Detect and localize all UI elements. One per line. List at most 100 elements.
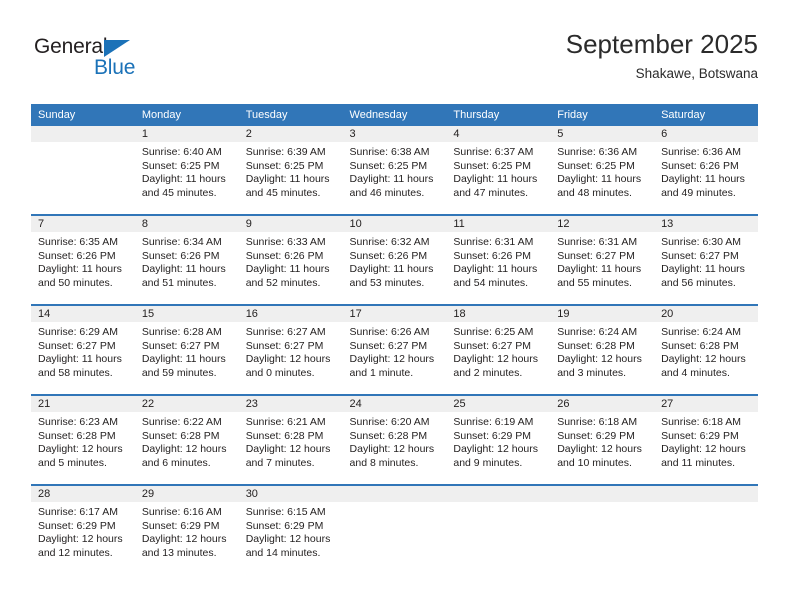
- daylight-text: Daylight: 11 hours and 48 minutes.: [557, 173, 642, 199]
- daylight-text: Daylight: 12 hours and 11 minutes.: [661, 443, 746, 469]
- calendar-day-cell[interactable]: 11 Sunrise: 6:31 AM Sunset: 6:26 PM Dayligh…: [446, 214, 551, 305]
- sunset-text: Sunset: 6:27 PM: [453, 339, 532, 352]
- calendar-table: Sunday Monday Tuesday Wednesday Thursday…: [31, 104, 758, 574]
- day-details: Sunrise: 6:20 AM Sunset: 6:28 PM Daylight:…: [343, 412, 447, 484]
- calendar-day-cell[interactable]: 9 Sunrise: 6:33 AM Sunset: 6:26 PM Daylight…: [238, 214, 343, 305]
- page-title: September 2025: [565, 29, 758, 59]
- calendar-cell-empty: [550, 484, 655, 574]
- daylight-text: Daylight: 11 hours and 54 minutes.: [453, 263, 538, 289]
- calendar-day-cell[interactable]: 7 Sunrise: 6:35 AM Sunset: 6:26 PM Daylight…: [31, 214, 135, 305]
- daylight-text: Daylight: 11 hours and 45 minutes.: [245, 173, 330, 199]
- daylight-text: Daylight: 11 hours and 45 minutes.: [141, 173, 226, 199]
- calendar-week-row: 28 Sunrise: 6:17 AM Sunset: 6:29 PM Dayligh…: [31, 484, 758, 574]
- calendar-day-cell[interactable]: 1 Sunrise: 6:40 AM Sunset: 6:25 PM Daylight…: [134, 126, 239, 215]
- calendar-day-cell[interactable]: 15 Sunrise: 6:28 AM Sunset: 6:27 PM Dayligh…: [134, 304, 239, 395]
- calendar-day-cell[interactable]: 24 Sunrise: 6:20 AM Sunset: 6:28 PM Dayligh…: [342, 394, 447, 485]
- sunset-text: Sunset: 6:29 PM: [38, 519, 116, 532]
- calendar-day-cell[interactable]: 17 Sunrise: 6:26 AM Sunset: 6:27 PM Dayligh…: [342, 304, 447, 395]
- calendar-day-cell[interactable]: 10 Sunrise: 6:32 AM Sunset: 6:26 PM Dayligh…: [342, 214, 447, 305]
- sunrise-text: Sunrise: 6:36 AM: [557, 146, 638, 158]
- page-subtitle: Shakawe, Botswana: [635, 66, 758, 81]
- daylight-text: Daylight: 11 hours and 55 minutes.: [557, 263, 642, 289]
- calendar-day-cell[interactable]: 8 Sunrise: 6:34 AM Sunset: 6:26 PM Daylight…: [134, 214, 239, 305]
- day-details: Sunrise: 6:16 AM Sunset: 6:29 PM Daylight:…: [135, 502, 239, 574]
- daylight-text: Daylight: 12 hours and 9 minutes.: [453, 443, 539, 469]
- daylight-text: Daylight: 12 hours and 6 minutes.: [141, 443, 227, 469]
- sunset-text: Sunset: 6:27 PM: [557, 249, 635, 262]
- calendar-day-cell[interactable]: 23 Sunrise: 6:21 AM Sunset: 6:28 PM Dayligh…: [238, 394, 343, 485]
- day-details: Sunrise: 6:34 AM Sunset: 6:26 PM Daylight:…: [135, 232, 239, 304]
- weekday-header-tuesday: Tuesday: [238, 104, 343, 126]
- day-number: 5: [550, 126, 655, 142]
- day-number: [550, 486, 655, 502]
- sunrise-text: Sunrise: 6:17 AM: [38, 506, 118, 518]
- sunset-text: Sunset: 6:28 PM: [661, 339, 739, 352]
- calendar-day-cell[interactable]: 21 Sunrise: 6:23 AM Sunset: 6:28 PM Dayligh…: [31, 394, 135, 485]
- sunrise-text: Sunrise: 6:30 AM: [661, 236, 742, 248]
- sunrise-text: Sunrise: 6:38 AM: [349, 146, 430, 158]
- daylight-text: Daylight: 11 hours and 53 minutes.: [349, 263, 434, 289]
- sunrise-text: Sunrise: 6:31 AM: [453, 236, 534, 248]
- calendar-day-cell[interactable]: 16 Sunrise: 6:27 AM Sunset: 6:27 PM Dayligh…: [238, 304, 343, 395]
- sunset-text: Sunset: 6:27 PM: [245, 339, 324, 352]
- day-number: 9: [238, 216, 343, 232]
- sunset-text: Sunset: 6:26 PM: [661, 159, 739, 172]
- day-number: 21: [31, 396, 135, 412]
- daylight-text: Daylight: 11 hours and 49 minutes.: [661, 173, 745, 199]
- day-number: 20: [654, 306, 758, 322]
- day-number: 12: [550, 216, 655, 232]
- day-details: Sunrise: 6:31 AM Sunset: 6:27 PM Daylight:…: [550, 232, 654, 304]
- calendar-day-cell[interactable]: 5 Sunrise: 6:36 AM Sunset: 6:25 PM Daylight…: [550, 126, 655, 215]
- day-number: 30: [238, 486, 343, 502]
- day-details: Sunrise: 6:33 AM Sunset: 6:26 PM Daylight:…: [239, 232, 343, 304]
- sunset-text: Sunset: 6:26 PM: [38, 249, 116, 262]
- calendar-day-cell[interactable]: 28 Sunrise: 6:17 AM Sunset: 6:29 PM Dayligh…: [31, 484, 135, 574]
- calendar-day-cell[interactable]: 14 Sunrise: 6:29 AM Sunset: 6:27 PM Dayligh…: [31, 304, 135, 395]
- sunrise-text: Sunrise: 6:18 AM: [557, 416, 638, 428]
- calendar-day-cell[interactable]: 29 Sunrise: 6:16 AM Sunset: 6:29 PM Dayligh…: [134, 484, 239, 574]
- day-number: [342, 486, 447, 502]
- calendar-week-row: 1 Sunrise: 6:40 AM Sunset: 6:25 PM Daylight…: [31, 126, 758, 215]
- title-block: September 2025 Shakawe, Botswana: [566, 28, 758, 84]
- day-details: Sunrise: 6:24 AM Sunset: 6:28 PM Daylight:…: [654, 322, 758, 394]
- day-details: Sunrise: 6:32 AM Sunset: 6:26 PM Daylight:…: [343, 232, 447, 304]
- calendar-day-cell[interactable]: 26 Sunrise: 6:18 AM Sunset: 6:29 PM Dayligh…: [550, 394, 655, 485]
- sunrise-text: Sunrise: 6:35 AM: [38, 236, 118, 248]
- day-number: 3: [342, 126, 447, 142]
- calendar-day-cell[interactable]: 3 Sunrise: 6:38 AM Sunset: 6:25 PM Daylight…: [342, 126, 447, 215]
- day-details: Sunrise: 6:39 AM Sunset: 6:25 PM Daylight:…: [239, 142, 343, 214]
- calendar-day-cell[interactable]: 25 Sunrise: 6:19 AM Sunset: 6:29 PM Dayligh…: [446, 394, 551, 485]
- calendar-day-cell[interactable]: 4 Sunrise: 6:37 AM Sunset: 6:25 PM Daylight…: [446, 126, 551, 215]
- day-details: Sunrise: 6:25 AM Sunset: 6:27 PM Daylight:…: [446, 322, 550, 394]
- calendar-day-cell[interactable]: 19 Sunrise: 6:24 AM Sunset: 6:28 PM Dayligh…: [550, 304, 655, 395]
- day-number: 6: [654, 126, 758, 142]
- calendar-day-cell[interactable]: 30 Sunrise: 6:15 AM Sunset: 6:29 PM Dayligh…: [238, 484, 343, 574]
- sunset-text: Sunset: 6:27 PM: [141, 339, 220, 352]
- calendar-day-cell[interactable]: 6 Sunrise: 6:36 AM Sunset: 6:26 PM Daylight…: [654, 126, 758, 215]
- calendar-day-cell[interactable]: 12 Sunrise: 6:31 AM Sunset: 6:27 PM Dayligh…: [550, 214, 655, 305]
- calendar-day-cell[interactable]: 2 Sunrise: 6:39 AM Sunset: 6:25 PM Daylight…: [238, 126, 343, 215]
- calendar-day-cell[interactable]: 27 Sunrise: 6:18 AM Sunset: 6:29 PM Dayligh…: [654, 394, 758, 485]
- sunset-text: Sunset: 6:28 PM: [38, 429, 116, 442]
- empty-cell-body: [654, 502, 758, 574]
- weekday-header-wednesday: Wednesday: [342, 104, 447, 126]
- daylight-text: Daylight: 12 hours and 10 minutes.: [557, 443, 642, 469]
- sunset-text: Sunset: 6:25 PM: [557, 159, 635, 172]
- day-number: 27: [654, 396, 758, 412]
- calendar-week-row: 21 Sunrise: 6:23 AM Sunset: 6:28 PM Dayligh…: [31, 394, 758, 485]
- day-number: 18: [446, 306, 551, 322]
- weekday-header-sunday: Sunday: [31, 104, 135, 126]
- calendar-day-cell[interactable]: 13 Sunrise: 6:30 AM Sunset: 6:27 PM Dayligh…: [654, 214, 758, 305]
- daylight-text: Daylight: 12 hours and 12 minutes.: [38, 533, 123, 559]
- calendar-day-cell[interactable]: 22 Sunrise: 6:22 AM Sunset: 6:28 PM Dayligh…: [134, 394, 239, 485]
- day-details: Sunrise: 6:40 AM Sunset: 6:25 PM Daylight:…: [135, 142, 239, 214]
- calendar-day-cell[interactable]: 20 Sunrise: 6:24 AM Sunset: 6:28 PM Dayligh…: [654, 304, 758, 395]
- daylight-text: Daylight: 12 hours and 8 minutes.: [349, 443, 435, 469]
- daylight-text: Daylight: 11 hours and 52 minutes.: [245, 263, 330, 289]
- day-number: 15: [134, 306, 239, 322]
- daylight-text: Daylight: 12 hours and 3 minutes.: [557, 353, 642, 379]
- calendar-day-cell[interactable]: 18 Sunrise: 6:25 AM Sunset: 6:27 PM Dayligh…: [446, 304, 551, 395]
- sunset-text: Sunset: 6:28 PM: [141, 429, 220, 442]
- day-details: Sunrise: 6:38 AM Sunset: 6:25 PM Daylight:…: [343, 142, 447, 214]
- sunset-text: Sunset: 6:29 PM: [661, 429, 739, 442]
